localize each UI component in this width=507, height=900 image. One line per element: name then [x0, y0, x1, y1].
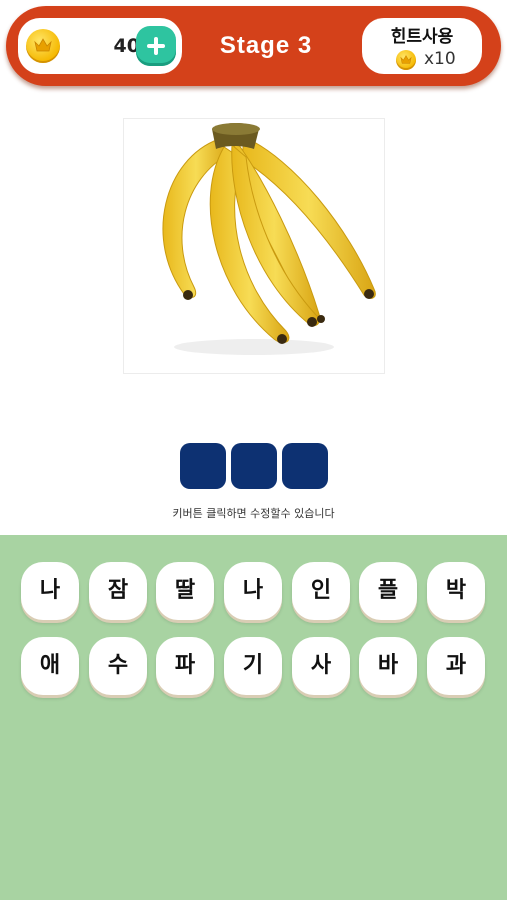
letter-key[interactable]: 나: [224, 562, 282, 620]
coin-count: 40: [113, 35, 140, 57]
puzzle-image: [123, 118, 385, 374]
helper-text: 키버튼 클릭하면 수정할수 있습니다: [172, 507, 335, 520]
crown-coin-icon: [26, 29, 60, 63]
hint-cost: x10: [424, 49, 456, 69]
answer-slot[interactable]: [231, 443, 277, 489]
letter-key[interactable]: 인: [292, 562, 350, 620]
letter-key[interactable]: 딸: [156, 562, 214, 620]
use-hint-button[interactable]: 힌트사용 x10: [362, 18, 482, 74]
letter-key[interactable]: 잠: [89, 562, 147, 620]
top-bar: 40 Stage 3 힌트사용 x10: [6, 6, 501, 86]
letter-key[interactable]: 사: [292, 637, 350, 695]
stage-title: Stage 3: [219, 32, 313, 59]
coin-counter: 40: [18, 18, 182, 74]
letter-key[interactable]: 애: [21, 637, 79, 695]
letter-key[interactable]: 플: [359, 562, 417, 620]
answer-slots: [180, 443, 330, 489]
letter-key[interactable]: 바: [359, 637, 417, 695]
letter-key[interactable]: 파: [156, 637, 214, 695]
banana-bunch-image: [162, 123, 376, 355]
letter-key[interactable]: 박: [427, 562, 485, 620]
letter-key[interactable]: 과: [427, 637, 485, 695]
answer-slot[interactable]: [282, 443, 328, 489]
letter-key[interactable]: 수: [89, 637, 147, 695]
crown-coin-icon: [396, 50, 416, 70]
letter-key[interactable]: 기: [224, 637, 282, 695]
letter-key[interactable]: 나: [21, 562, 79, 620]
letter-keyboard: 나 잠 딸 나 인 플 박 애 수 파 기 사 바 과: [0, 535, 507, 900]
answer-slot[interactable]: [180, 443, 226, 489]
add-coins-button[interactable]: [136, 26, 176, 66]
hint-label: 힌트사용: [390, 27, 454, 47]
